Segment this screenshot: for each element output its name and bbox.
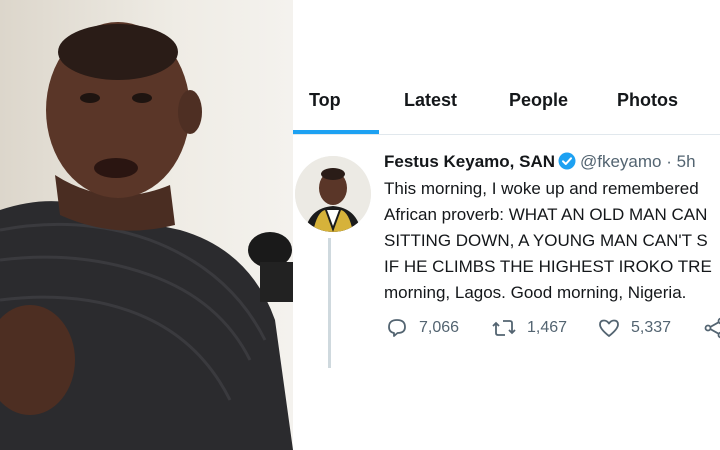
tab-photos[interactable]: Photos bbox=[617, 90, 678, 111]
tweet-screenshot: Top Latest People Photos Festus Keyamo, … bbox=[293, 0, 720, 450]
retweet-count: 1,467 bbox=[527, 319, 568, 336]
verified-badge-icon bbox=[558, 152, 576, 175]
like-button[interactable]: 5,337 bbox=[597, 314, 671, 342]
retweet-icon bbox=[491, 316, 517, 340]
tweet-text-line: SITTING DOWN, A YOUNG MAN CAN'T S bbox=[384, 231, 708, 250]
tweet-timestamp[interactable]: 5h bbox=[677, 152, 696, 171]
retweet-button[interactable]: 1,467 bbox=[491, 314, 567, 342]
author-handle[interactable]: @fkeyamo bbox=[580, 152, 662, 171]
reply-count: 7,066 bbox=[419, 319, 460, 336]
tweet-text-line: African proverb: WHAT AN OLD MAN CAN bbox=[384, 205, 708, 224]
reply-icon bbox=[385, 316, 409, 340]
reply-button[interactable]: 7,066 bbox=[385, 314, 459, 342]
share-icon bbox=[703, 316, 720, 340]
tab-latest[interactable]: Latest bbox=[404, 90, 457, 111]
tweet-actions: 7,066 1,467 5,337 bbox=[385, 314, 720, 342]
like-icon bbox=[597, 316, 621, 340]
tab-top[interactable]: Top bbox=[309, 90, 341, 111]
separator-dot: · bbox=[666, 152, 672, 171]
tweet-text-line: IF HE CLIMBS THE HIGHEST IROKO TRE bbox=[384, 257, 712, 276]
like-count: 5,337 bbox=[631, 319, 672, 336]
tweet-text-line: This morning, I woke up and remembered bbox=[384, 179, 699, 198]
tweet-text-line: morning, Lagos. Good morning, Nigeria. bbox=[384, 283, 687, 302]
share-button[interactable] bbox=[703, 314, 720, 342]
avatar[interactable] bbox=[295, 156, 371, 232]
tab-people[interactable]: People bbox=[509, 90, 568, 111]
thread-line bbox=[328, 238, 331, 368]
tweet-header: Festus Keyamo, SAN @fkeyamo · 5h bbox=[384, 152, 696, 176]
active-tab-indicator bbox=[293, 130, 379, 134]
tweet-text: This morning, I woke up and remembered A… bbox=[384, 179, 720, 309]
author-name[interactable]: Festus Keyamo, SAN bbox=[384, 152, 555, 171]
speaker-photo bbox=[0, 0, 293, 450]
search-tabs: Top Latest People Photos bbox=[293, 78, 720, 135]
